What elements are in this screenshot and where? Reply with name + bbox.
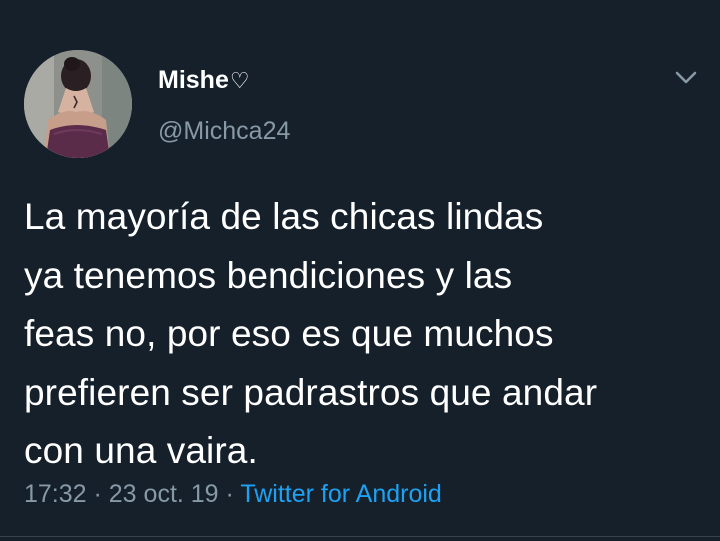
- meta-separator: ·: [86, 480, 109, 508]
- user-handle[interactable]: @Michca24: [158, 117, 290, 146]
- tweet-card: Mishe♡ @Michca24 La mayoría de las chica…: [0, 0, 720, 541]
- avatar[interactable]: [24, 50, 132, 158]
- tweet-menu-button[interactable]: [672, 66, 700, 90]
- tweet-metadata: 17:32 · 23 oct. 19 · Twitter for Android: [24, 480, 442, 509]
- meta-separator: ·: [218, 480, 241, 508]
- profile-photo-image: [24, 50, 132, 158]
- heart-symbol: ♡: [229, 68, 250, 93]
- display-name-text: Mishe: [158, 66, 229, 94]
- tweet-time[interactable]: 17:32: [24, 480, 87, 508]
- tweet-text: La mayoría de las chicas lindas ya tenem…: [24, 196, 598, 471]
- chevron-down-icon: [675, 71, 697, 84]
- tweet-date[interactable]: 23 oct. 19: [109, 480, 219, 508]
- display-name[interactable]: Mishe♡: [158, 66, 250, 95]
- tweet-source-link[interactable]: Twitter for Android: [240, 480, 441, 508]
- divider: [0, 536, 720, 537]
